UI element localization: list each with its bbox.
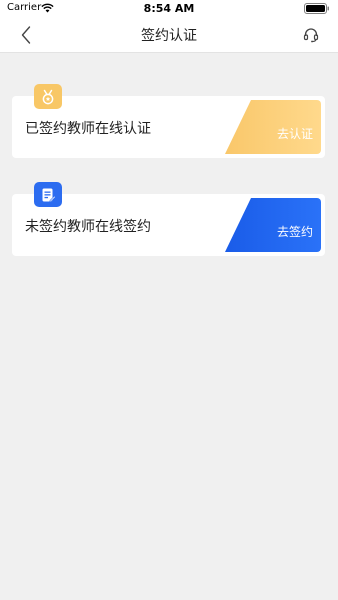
certification-card: 已签约教师在线认证 去认证 xyxy=(12,84,325,158)
customer-service-button[interactable] xyxy=(300,24,322,46)
medal-icon xyxy=(42,89,54,104)
certify-button-label: 去认证 xyxy=(276,127,313,141)
page-title: 签约认证 xyxy=(141,28,197,44)
status-bar: Carrier 8:54 AM xyxy=(0,0,338,16)
go-sign-button[interactable]: 去签约 xyxy=(225,198,321,252)
certification-badge xyxy=(34,84,62,109)
signing-label: 未签约教师在线签约 xyxy=(25,219,151,235)
battery-icon xyxy=(304,3,329,14)
signing-card: 未签约教师在线签约 去签约 xyxy=(12,182,325,256)
nav-bar: 签约认证 xyxy=(0,16,338,53)
signing-badge xyxy=(34,182,62,207)
document-edit-icon xyxy=(42,188,56,202)
go-certify-button[interactable]: 去认证 xyxy=(225,100,321,154)
clock: 8:54 AM xyxy=(143,2,195,15)
certification-label: 已签约教师在线认证 xyxy=(25,121,151,137)
headset-icon xyxy=(303,28,319,43)
sign-button-label: 去签约 xyxy=(276,225,313,239)
